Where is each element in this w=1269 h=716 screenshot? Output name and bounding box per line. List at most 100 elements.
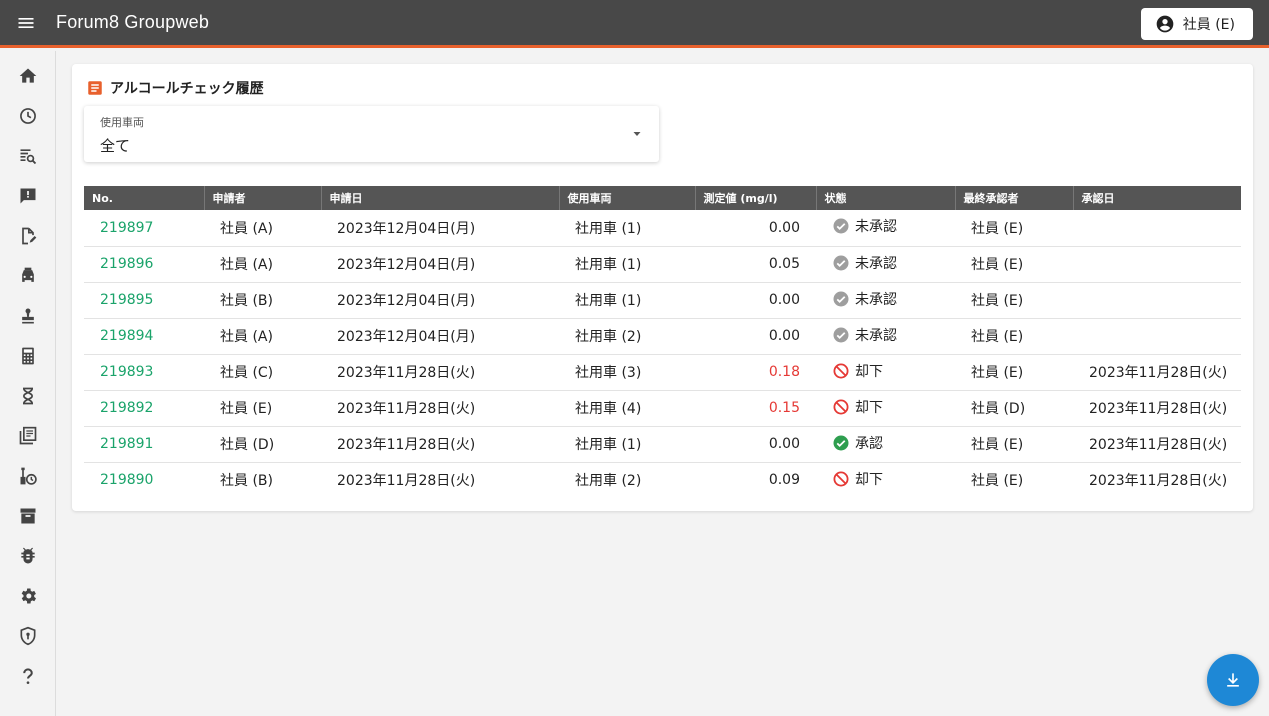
cell-status: 未承認: [816, 210, 955, 247]
status-text: 未承認: [855, 327, 897, 344]
cell-applicant: 社員 (B): [220, 473, 273, 490]
record-id-link[interactable]: 219892: [100, 400, 153, 416]
sidebar-item-search-doc[interactable]: [0, 136, 55, 176]
status-text: 未承認: [855, 219, 897, 236]
user-account-button[interactable]: 社員 (E): [1140, 8, 1253, 40]
cell-status: 却下: [816, 354, 955, 391]
cell-approved-date: 2023年11月28日(火): [1073, 390, 1241, 427]
cell-date: 2023年12月04日(月): [321, 210, 559, 247]
pending-check-icon: [833, 291, 849, 306]
pending-check-icon: [833, 255, 849, 270]
approved-check-icon: [833, 435, 849, 450]
feedback-icon: [20, 188, 35, 204]
rejected-block-icon: [833, 398, 849, 415]
rejected-block-icon: [833, 471, 849, 487]
download-button[interactable]: [1207, 654, 1259, 706]
cell-status: 承認: [816, 426, 955, 463]
cell-approver: 社員 (E): [955, 210, 1073, 247]
table-row: 219895 社員 (B) 2023年12月04日(月) 社用車 (1) 0.00 未承認…: [84, 282, 1241, 319]
column-header-no[interactable]: No.: [84, 186, 205, 210]
column-header-status[interactable]: 状態: [816, 186, 956, 210]
record-id-link[interactable]: 219890: [100, 472, 153, 488]
cell-date: 2023年12月04日(月): [321, 246, 559, 283]
record-id-link[interactable]: 219896: [100, 256, 153, 272]
sidebar-item-history[interactable]: [0, 96, 55, 136]
pending-check-icon: [833, 218, 849, 234]
sidebar-item-library[interactable]: [0, 416, 55, 456]
menu-button[interactable]: [0, 0, 52, 47]
cell-status: 未承認: [816, 246, 955, 283]
user-label: 社員 (E): [1182, 17, 1235, 33]
sidebar: [0, 51, 56, 716]
cell-approved-date: 2023年11月28日(火): [1073, 426, 1241, 463]
cell-status: 未承認: [816, 318, 955, 355]
cell-measured-value: 0.00: [695, 282, 816, 319]
app-title: Forum8 Groupweb: [56, 12, 210, 32]
column-header-approver[interactable]: 最終承認者: [955, 186, 1074, 210]
cell-vehicle: 社用車 (2): [575, 473, 642, 490]
status-text: 未承認: [855, 291, 897, 308]
cell-measured-value: 0.00: [695, 426, 816, 463]
cell-id: 219897: [84, 210, 204, 247]
dropdown-arrow-icon: [633, 132, 641, 136]
cell-status: 却下: [816, 462, 955, 498]
column-header-approved-date[interactable]: 承認日: [1073, 186, 1241, 210]
cell-vehicle: 社用車 (1): [559, 426, 695, 463]
record-id-link[interactable]: 219894: [100, 328, 153, 344]
status-badge: 未承認: [832, 325, 897, 345]
sidebar-item-tools[interactable]: [0, 456, 55, 496]
library-icon: [19, 426, 36, 445]
sidebar-item-security[interactable]: [0, 616, 55, 656]
sidebar-item-feedback[interactable]: [0, 176, 55, 216]
column-header-value[interactable]: 測定値 (mg/l): [695, 186, 817, 210]
cell-vehicle: 社用車 (2): [559, 318, 695, 355]
cell-measured-value: 0.09: [768, 472, 800, 489]
document-list-icon: [88, 81, 102, 95]
sidebar-item-home[interactable]: [0, 56, 55, 96]
cell-status: 却下: [816, 390, 955, 427]
cell-approver: 社員 (E): [955, 282, 1073, 319]
sidebar-item-archive[interactable]: [0, 496, 55, 536]
column-header-vehicle[interactable]: 使用車両: [559, 186, 696, 210]
cell-measured-value: 0.00: [695, 318, 816, 355]
sidebar-item-help[interactable]: [0, 656, 55, 696]
sidebar-item-vehicle[interactable]: [0, 256, 55, 296]
security-icon: [20, 626, 35, 646]
sidebar-item-stamp[interactable]: [0, 296, 55, 336]
cell-approver: 社員 (E): [971, 473, 1024, 490]
cell-measured-value: 0.00: [695, 210, 816, 247]
cell-id: 219890: [84, 462, 204, 498]
cell-date: 2023年12月04日(月): [321, 282, 559, 319]
column-header-date[interactable]: 申請日: [321, 186, 560, 210]
page-title: アルコールチェック履歴: [86, 78, 264, 98]
cell-id: 219893: [84, 354, 204, 391]
column-header-applicant[interactable]: 申請者: [204, 186, 322, 210]
sidebar-item-calculator[interactable]: [0, 336, 55, 376]
cell-measured-value: 0.18: [695, 354, 816, 391]
status-badge: 却下: [832, 397, 883, 417]
vehicle-filter-select[interactable]: 使用車両 全て: [84, 106, 659, 162]
cell-id: 219896: [84, 246, 204, 283]
record-id-link[interactable]: 219897: [100, 220, 153, 236]
cell-approver: 社員 (E): [955, 246, 1073, 283]
cell-measured-value: 0.15: [695, 390, 816, 427]
hourglass-icon: [22, 387, 33, 405]
sidebar-item-edit-doc[interactable]: [0, 216, 55, 256]
cell-vehicle: 社用車 (1): [559, 246, 695, 283]
table-row: 219892 社員 (E) 2023年11月28日(火) 社用車 (4) 0.15 却下社…: [84, 390, 1241, 427]
cell-applicant: 社員 (A): [204, 210, 321, 247]
table-row: 219894 社員 (A) 2023年12月04日(月) 社用車 (2) 0.00 未承認…: [84, 318, 1241, 355]
sidebar-item-hourglass[interactable]: [0, 376, 55, 416]
app-bar: Forum8 Groupweb 社員 (E): [0, 0, 1269, 48]
vehicle-filter-value: 全て: [100, 137, 131, 155]
sidebar-item-settings[interactable]: [0, 576, 55, 616]
record-id-link[interactable]: 219893: [100, 364, 153, 380]
cell-id: 219891: [84, 426, 204, 463]
sidebar-item-bug[interactable]: [0, 536, 55, 576]
history-icon: [19, 108, 36, 124]
record-id-link[interactable]: 219891: [100, 436, 153, 452]
cell-approved-date: [1073, 210, 1241, 247]
cell-approver: 社員 (E): [955, 426, 1073, 463]
status-badge: 却下: [832, 469, 883, 489]
record-id-link[interactable]: 219895: [100, 292, 153, 308]
